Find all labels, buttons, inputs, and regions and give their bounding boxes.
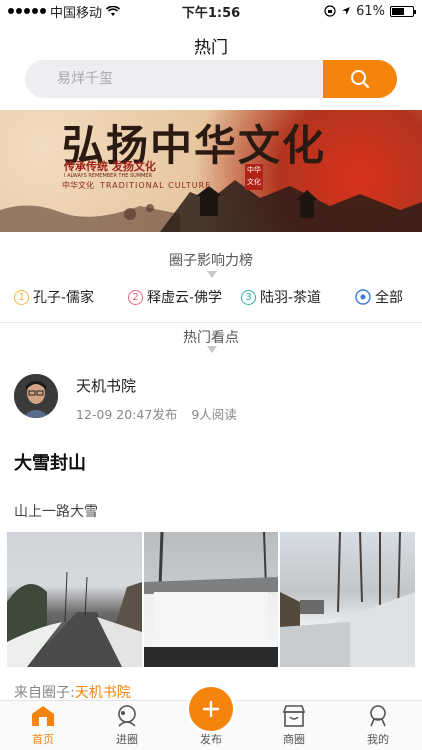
post-source-prefix: 来自圈子: bbox=[14, 685, 75, 701]
banner-subtitle-en: I ALWAYS REMEMBER THE SUMMER bbox=[64, 173, 153, 179]
avatar[interactable] bbox=[14, 374, 58, 418]
wifi-icon bbox=[106, 5, 121, 16]
tab-me-label: 我的 bbox=[367, 733, 389, 746]
tab-home-label: 首页 bbox=[32, 733, 54, 746]
tab-shop[interactable]: 商圈 bbox=[264, 701, 324, 750]
snow-field-image bbox=[144, 532, 278, 667]
tab-shop-label: 商圈 bbox=[283, 733, 305, 746]
ranking-label: 圈子影响力榜 bbox=[169, 253, 253, 269]
location-icon bbox=[342, 7, 351, 15]
search-input[interactable] bbox=[25, 60, 323, 98]
tab-home[interactable]: 首页 bbox=[13, 701, 73, 750]
rank-number-3: 3 bbox=[241, 289, 256, 305]
rotation-lock-icon bbox=[324, 5, 336, 17]
snowy-hill-image bbox=[280, 532, 415, 667]
tab-me[interactable]: 我的 bbox=[348, 701, 408, 750]
post-meta: 12-09 20:47发布 9人阅读 bbox=[76, 404, 237, 423]
post-source-circle-link[interactable]: 天机书院 bbox=[75, 685, 131, 701]
battery-icon bbox=[390, 5, 416, 17]
post-reads: 9人阅读 bbox=[191, 407, 237, 422]
shop-icon bbox=[282, 705, 306, 727]
ranking-item-label: 陆羽-茶道 bbox=[260, 290, 322, 306]
ranking-list: 1 孔子-儒家 2 释虚云-佛学 3 陆羽-茶道 全部 bbox=[0, 286, 422, 308]
banner-tag: 中华文化 TRADITIONAL CULTURE bbox=[62, 180, 211, 191]
rank-number-2: 2 bbox=[128, 289, 143, 305]
ranking-arrow-icon bbox=[207, 271, 217, 278]
post-photo-2[interactable] bbox=[144, 532, 278, 667]
banner-tag-en: TRADITIONAL CULTURE bbox=[100, 181, 212, 190]
search-icon bbox=[351, 70, 370, 89]
post-date: 12-09 20:47发布 bbox=[76, 407, 178, 422]
banner-seal: 中华 文化 bbox=[245, 164, 263, 190]
banner-subtitle: 传承传统 发扬文化 bbox=[64, 160, 156, 173]
tab-circles[interactable]: 进圈 bbox=[97, 701, 157, 750]
eye-icon bbox=[355, 289, 371, 305]
search-button[interactable] bbox=[323, 60, 397, 98]
post-body: 山上一路大雪 bbox=[14, 504, 98, 520]
divider bbox=[0, 322, 422, 323]
tab-publish-label: 发布 bbox=[200, 733, 222, 746]
ranking-item-3[interactable]: 3 陆羽-茶道 bbox=[241, 287, 321, 307]
battery-percent: 61% bbox=[356, 3, 385, 19]
circles-icon bbox=[118, 705, 136, 727]
tab-circles-label: 进圈 bbox=[116, 733, 138, 746]
search-bar bbox=[25, 60, 397, 98]
ranking-item-label: 孔子-儒家 bbox=[33, 290, 95, 306]
signal-icon bbox=[8, 8, 46, 14]
banner[interactable]: 弘扬中华文化 传承传统 发扬文化 I ALWAYS REMEMBER THE S… bbox=[0, 110, 422, 232]
home-icon bbox=[32, 706, 54, 726]
post-title[interactable]: 大雪封山 bbox=[14, 449, 86, 475]
hot-label: 热门看点 bbox=[183, 330, 239, 346]
profile-icon bbox=[370, 705, 386, 727]
ranking-all[interactable]: 全部 bbox=[355, 287, 403, 307]
avatar-image bbox=[14, 374, 58, 418]
post-photo-3[interactable] bbox=[280, 532, 415, 667]
author-name[interactable]: 天机书院 bbox=[76, 375, 136, 396]
publish-button[interactable] bbox=[189, 687, 233, 731]
ranking-item-label: 释虚云-佛学 bbox=[147, 290, 223, 306]
status-left: 中国移动 bbox=[8, 2, 121, 21]
rank-number-1: 1 bbox=[14, 289, 29, 305]
banner-tag-cn: 中华文化 bbox=[62, 181, 94, 190]
snowy-road-image bbox=[7, 571, 142, 667]
ranking-item-1[interactable]: 1 孔子-儒家 bbox=[14, 287, 94, 307]
ranking-all-label: 全部 bbox=[375, 290, 403, 306]
hot-arrow-icon bbox=[207, 346, 217, 353]
status-bar: 中国移动 下午1:56 61% bbox=[0, 0, 422, 22]
post-photo-1[interactable] bbox=[7, 532, 142, 667]
plus-icon bbox=[202, 700, 220, 718]
page-title: 热门 bbox=[194, 38, 228, 58]
status-right: 61% bbox=[324, 3, 416, 19]
carrier-label: 中国移动 bbox=[50, 5, 103, 21]
post-source: 来自圈子:天机书院 bbox=[14, 682, 131, 702]
ranking-item-2[interactable]: 2 释虚云-佛学 bbox=[128, 287, 222, 307]
